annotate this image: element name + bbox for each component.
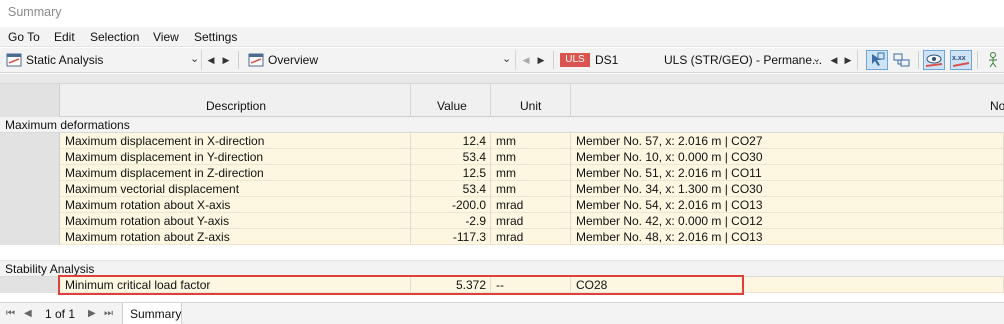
row-description: Maximum rotation about Y-axis [65, 214, 230, 228]
prev-view-button[interactable]: ◀ [520, 52, 532, 68]
eye-icon [925, 54, 943, 67]
row-value: 53.4 [462, 182, 486, 196]
analysis-type-combo[interactable]: Static Analysis ⌄ [4, 50, 202, 70]
table-row[interactable]: Minimum critical load factor 5.372 -- CO… [0, 277, 1004, 293]
row-unit: mrad [496, 198, 524, 212]
summary-table: Description Value Unit No Maximum deform… [0, 74, 1004, 298]
row-note: CO28 [576, 278, 608, 292]
prev-page-icon[interactable]: ◀ [24, 308, 32, 319]
next-page-icon[interactable]: ▶ [88, 308, 96, 319]
relationship-button[interactable] [891, 50, 913, 70]
status-bar: ⏮ ◀ 1 of 1 ▶ ⏭ Summary [0, 302, 1004, 324]
person-icon [989, 52, 997, 68]
row-unit: mm [496, 166, 516, 180]
pointer-icon [872, 52, 885, 66]
row-unit: mm [496, 150, 516, 164]
group-maximum-deformations[interactable]: Maximum deformations [0, 117, 1004, 133]
table-row[interactable]: Maximum displacement in X-direction 12.4… [0, 133, 1004, 149]
visibility-button[interactable] [923, 50, 945, 70]
row-unit: mrad [496, 230, 524, 244]
chevron-down-icon: ⌄ [190, 53, 200, 65]
menu-go-to[interactable]: Go To [8, 30, 40, 44]
row-description: Maximum vectorial displacement [65, 182, 240, 196]
row-value: 53.4 [462, 150, 486, 164]
row-description: Maximum rotation about Z-axis [65, 230, 230, 244]
table-header: Description Value Unit No [0, 74, 1004, 117]
row-note: Member No. 57, x: 2.016 m | CO27 [576, 134, 763, 148]
decimal-places-button[interactable]: x.xx [950, 50, 972, 70]
analysis-icon [6, 53, 22, 67]
row-unit: -- [496, 278, 504, 292]
table-row[interactable]: Maximum displacement in Y-direction 53.4… [0, 149, 1004, 165]
load-wizard-button[interactable] [982, 50, 1004, 70]
window-title: Summary [8, 5, 62, 19]
title-bar: Summary [0, 0, 1004, 26]
next-view-button[interactable]: ▶ [535, 52, 547, 68]
row-unit: mm [496, 134, 516, 148]
tab-summary[interactable]: Summary [122, 303, 182, 324]
row-value: 12.4 [462, 134, 486, 148]
table-row[interactable]: Maximum rotation about X-axis -200.0 mra… [0, 197, 1004, 213]
row-value: -200.0 [451, 198, 486, 212]
row-description: Maximum displacement in X-direction [65, 134, 265, 148]
group-spacer [0, 245, 1004, 261]
svg-text:x.xx: x.xx [952, 55, 966, 62]
row-description: Maximum displacement in Y-direction [65, 150, 264, 164]
menu-view[interactable]: View [153, 30, 179, 44]
menu-selection[interactable]: Selection [90, 30, 139, 44]
overview-icon [248, 53, 264, 67]
toolbar: Static Analysis ⌄ ◀ ▶ Overview ⌄ ◀ ▶ ULS… [0, 48, 1004, 73]
row-value: -2.9 [465, 214, 486, 228]
row-value: 5.372 [455, 278, 486, 292]
prev-situation-button[interactable]: ◀ [828, 52, 840, 68]
design-situation-value: DS1 [595, 53, 619, 67]
menu-settings[interactable]: Settings [194, 30, 237, 44]
menu-edit[interactable]: Edit [54, 30, 75, 44]
column-header-description[interactable]: Description [60, 84, 411, 117]
table-row[interactable]: Maximum vectorial displacement 53.4 mm M… [0, 181, 1004, 197]
row-description: Maximum displacement in Z-direction [65, 166, 264, 180]
decimal-icon: x.xx [952, 55, 970, 67]
design-situation-combo[interactable]: ULS DS1 ULS (STR/GEO) - Permane... ⌄ ◀ ▶ [558, 50, 858, 70]
chevron-down-icon: ⌄ [812, 53, 822, 65]
chevron-down-icon: ⌄ [502, 53, 512, 65]
group-stability-analysis[interactable]: Stability Analysis [0, 261, 1004, 277]
row-description: Maximum rotation about X-axis [65, 198, 231, 212]
row-description: Minimum critical load factor [65, 278, 211, 292]
relationship-icon [893, 53, 910, 67]
row-note: Member No. 48, x: 2.016 m | CO13 [576, 230, 763, 244]
column-header-value[interactable]: Value [411, 84, 491, 117]
view-value: Overview [268, 53, 319, 67]
last-page-icon[interactable]: ⏭ [104, 308, 113, 319]
row-note: Member No. 51, x: 2.016 m | CO11 [576, 166, 762, 180]
page-indicator: 1 of 1 [45, 307, 76, 321]
row-unit: mrad [496, 214, 524, 228]
row-value: 12.5 [462, 166, 486, 180]
prev-analysis-button[interactable]: ◀ [205, 52, 217, 68]
row-note: Member No. 34, x: 1.300 m | CO30 [576, 182, 763, 196]
table-row[interactable]: Maximum rotation about Z-axis -117.3 mra… [0, 229, 1004, 245]
next-analysis-button[interactable]: ▶ [220, 52, 232, 68]
view-combo[interactable]: Overview ⌄ [246, 50, 516, 70]
row-value: -117.3 [452, 230, 486, 244]
uls-badge: ULS [560, 53, 590, 67]
menu-bar: Go To Edit Selection View Settings [0, 27, 1004, 47]
select-in-model-button[interactable] [866, 50, 888, 70]
column-header-unit[interactable]: Unit [491, 84, 571, 117]
table-row[interactable]: Maximum displacement in Z-direction 12.5… [0, 165, 1004, 181]
column-header-note[interactable]: No [571, 84, 1004, 117]
first-page-icon[interactable]: ⏮ [6, 308, 15, 319]
row-unit: mm [496, 182, 516, 196]
analysis-type-value: Static Analysis [26, 53, 104, 67]
row-note: Member No. 10, x: 0.000 m | CO30 [576, 150, 763, 164]
row-note: Member No. 54, x: 2.016 m | CO13 [576, 198, 763, 212]
row-note: Member No. 42, x: 0.000 m | CO12 [576, 214, 763, 228]
next-situation-button[interactable]: ▶ [842, 52, 854, 68]
design-situation-desc: ULS (STR/GEO) - Permane... [664, 53, 823, 67]
table-row[interactable]: Maximum rotation about Y-axis -2.9 mrad … [0, 213, 1004, 229]
